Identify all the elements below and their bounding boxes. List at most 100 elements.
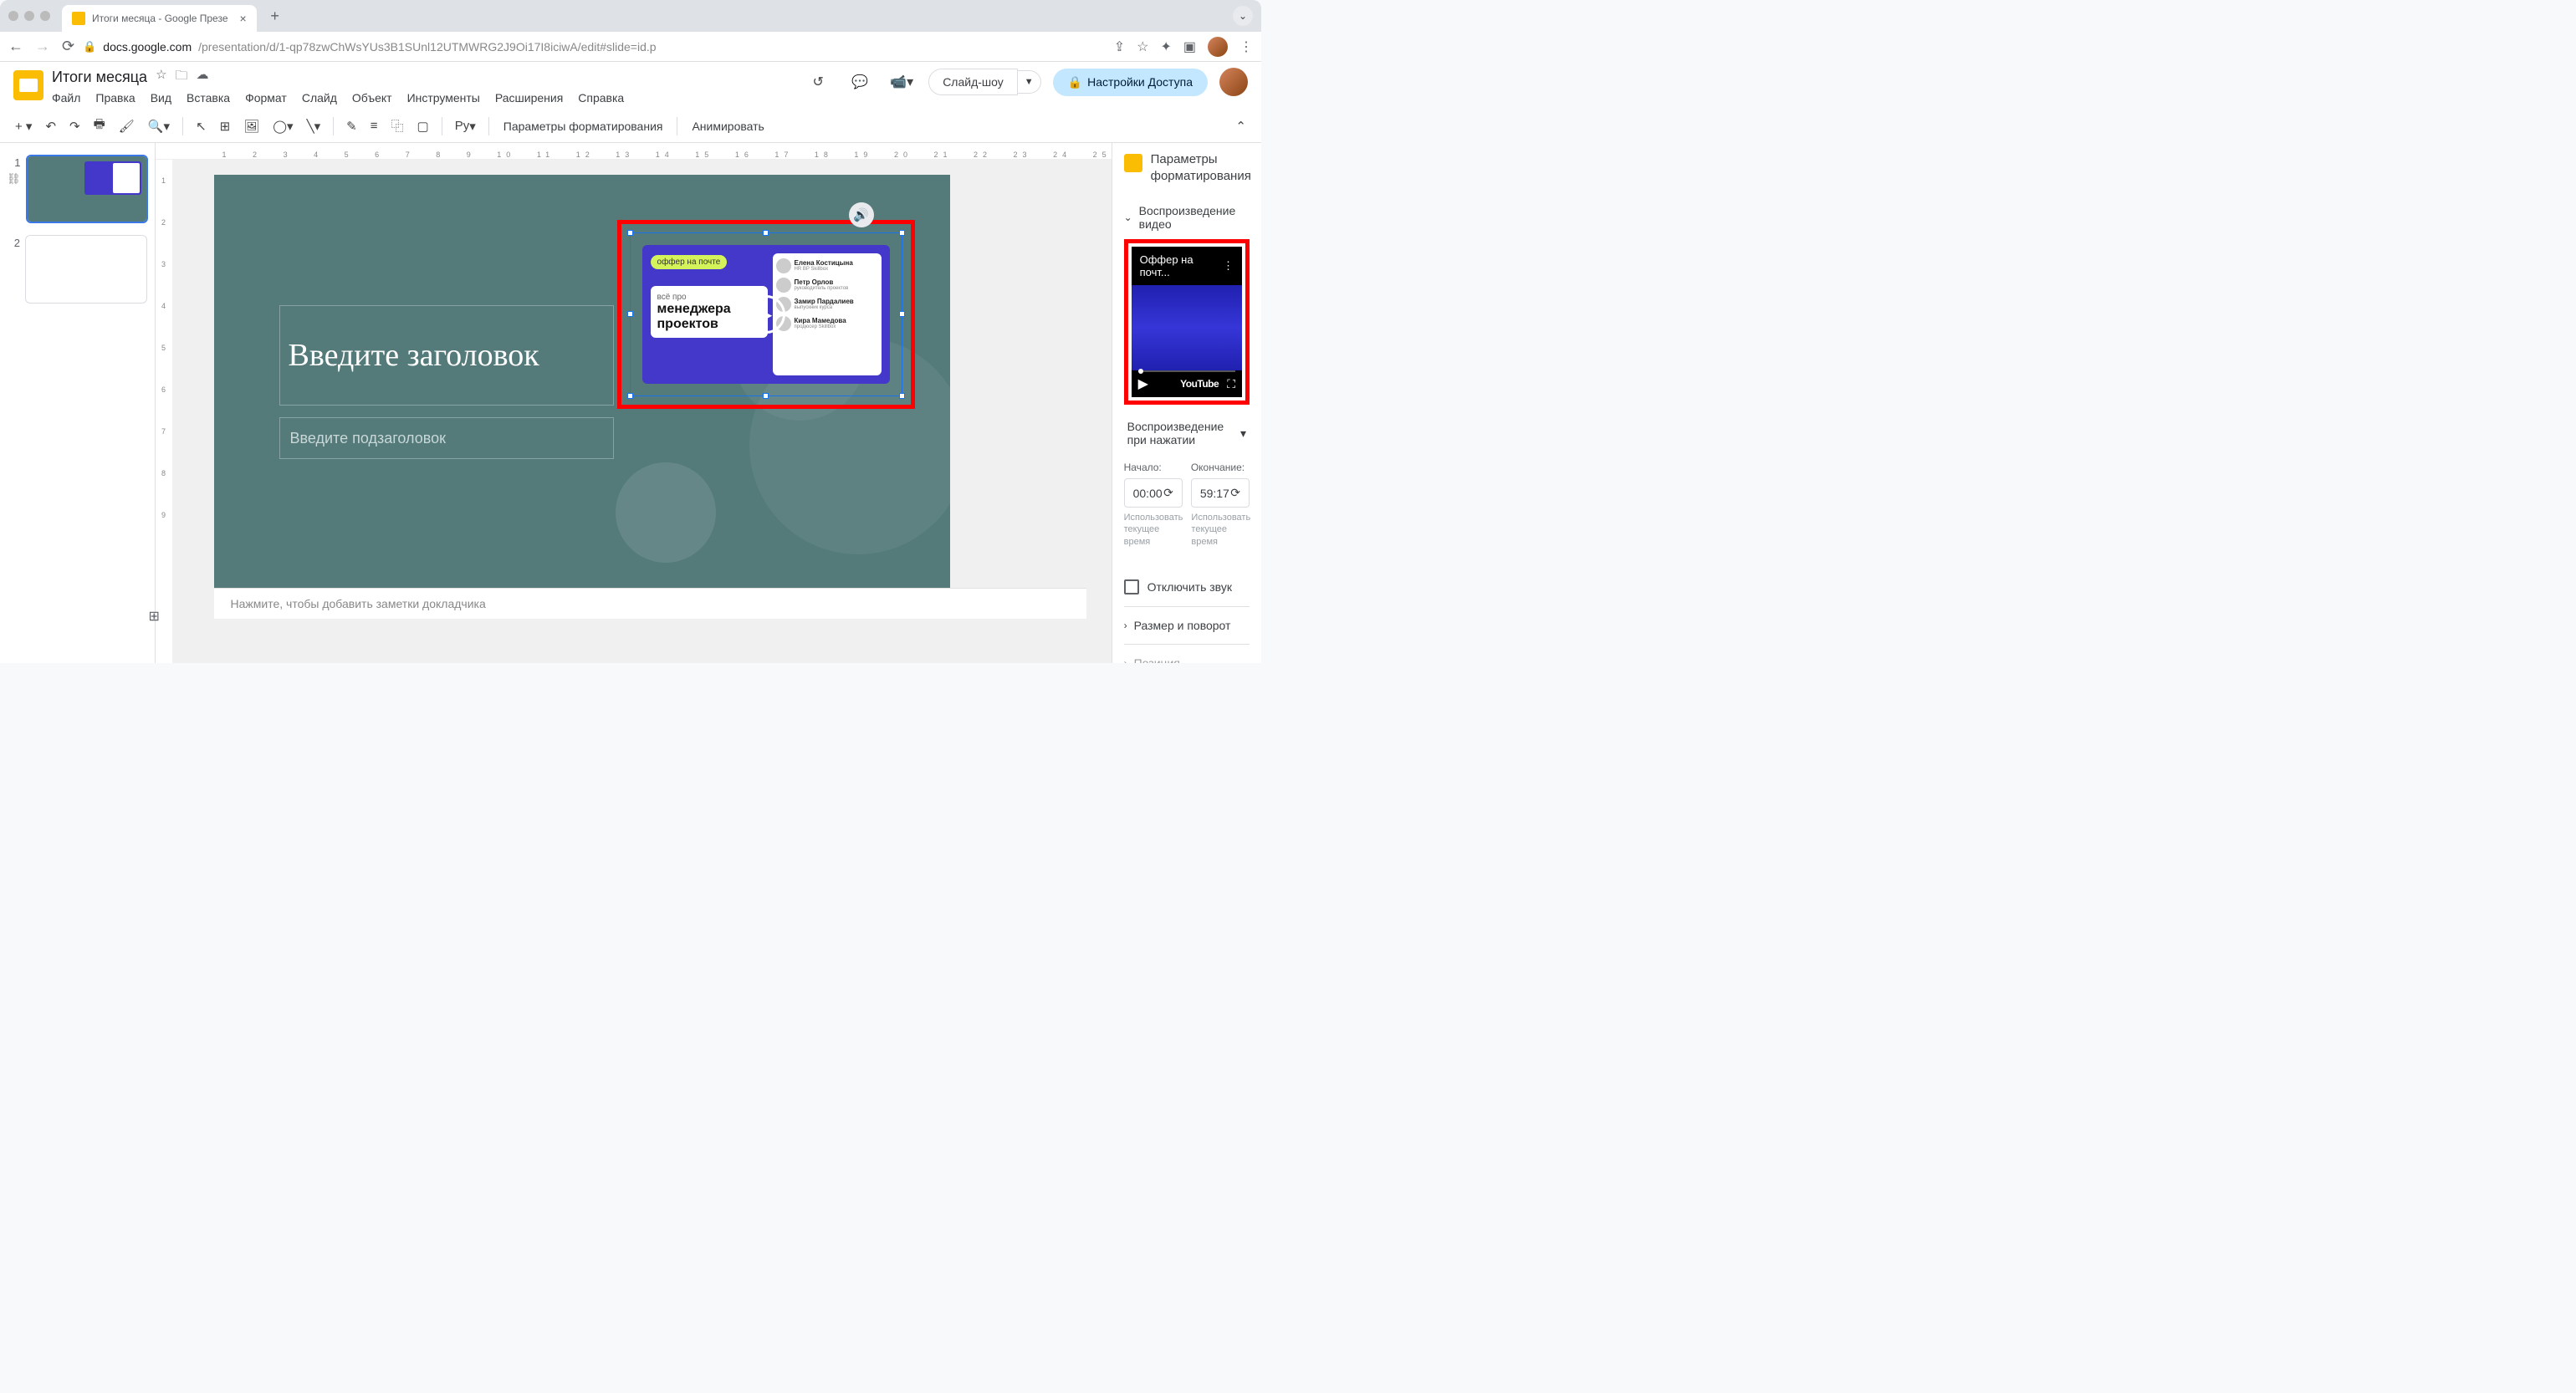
end-hint[interactable]: Использовать текущее время — [1191, 512, 1250, 548]
move-icon[interactable]: 🗀 — [176, 67, 188, 88]
textbox-icon[interactable]: ⊞ — [215, 115, 236, 137]
menu-extensions[interactable]: Расширения — [495, 91, 563, 105]
browser-url-bar: ← → ⟳ 🔒 docs.google.com/presentation/d/1… — [0, 32, 1261, 62]
menu-insert[interactable]: Вставка — [187, 91, 230, 105]
redo-icon[interactable]: ↷ — [64, 115, 85, 137]
undo-icon[interactable]: ↶ — [40, 115, 61, 137]
address-bar[interactable]: 🔒 docs.google.com/presentation/d/1-qp78z… — [83, 40, 1106, 54]
menu-icon[interactable]: ⋮ — [1239, 38, 1253, 55]
history-icon[interactable]: ↺ — [803, 67, 833, 97]
share-button[interactable]: 🔒 Настройки Доступа — [1053, 69, 1208, 96]
menu-icon[interactable]: ⋮ — [1223, 259, 1234, 273]
slides-logo[interactable] — [13, 70, 43, 100]
video-selection[interactable]: оффер на почте всё про менеджера проекто… — [630, 232, 902, 396]
menu-format[interactable]: Формат — [245, 91, 287, 105]
menu-help[interactable]: Справка — [578, 91, 624, 105]
start-label: Начало: — [1124, 462, 1183, 473]
profile-avatar[interactable] — [1208, 37, 1228, 57]
cloud-icon[interactable]: ☁ — [197, 67, 209, 88]
mute-checkbox[interactable] — [1124, 579, 1139, 594]
doc-title[interactable]: Итоги месяца — [52, 69, 147, 86]
progress-bar[interactable] — [1138, 370, 1235, 372]
star-icon[interactable]: ☆ — [1137, 38, 1148, 55]
extensions-icon[interactable]: ✦ — [1160, 38, 1171, 55]
paint-format-icon[interactable]: 🖌 — [114, 115, 140, 137]
slideshow-button[interactable]: Слайд-шоу ▼ — [928, 69, 1040, 95]
subtitle-placeholder[interactable]: Введите подзаголовок — [279, 417, 614, 459]
slide-thumb-2[interactable] — [25, 235, 147, 304]
start-hint[interactable]: Использовать текущее время — [1124, 512, 1183, 548]
new-slide-button[interactable]: + ▾ — [10, 115, 37, 137]
fullscreen-icon[interactable]: ⛶ — [1227, 377, 1235, 391]
preview-title: Оффер на почт... — [1140, 253, 1223, 278]
chevron-down-icon: ⌄ — [1124, 212, 1132, 223]
speaker-icon[interactable]: 🔊 — [849, 202, 874, 227]
section-video-playback[interactable]: ⌄ Воспроизведение видео — [1124, 196, 1250, 239]
start-time-input[interactable]: 00:00 ⟳ — [1124, 478, 1183, 508]
end-time-input[interactable]: 59:17 ⟳ — [1191, 478, 1250, 508]
pen-icon[interactable]: ✎ — [341, 115, 362, 137]
play-icon[interactable]: ▶ — [747, 295, 785, 334]
toolbar: + ▾ ↶ ↷ 🖶 🖌 🔍▾ ↖ ⊞ 🖼 ◯▾ ╲▾ ✎ ≡ ⿻ ▢ Py ▾ … — [0, 110, 1261, 143]
zoom-icon[interactable]: 🔍▾ — [143, 115, 175, 137]
image-icon[interactable]: 🖼 — [238, 115, 264, 137]
play-icon[interactable]: ▶ — [1138, 375, 1148, 392]
share-icon[interactable]: ⇪ — [1114, 38, 1125, 55]
chevron-right-icon: › — [1124, 657, 1127, 663]
menu-view[interactable]: Вид — [151, 91, 171, 105]
menu-slide[interactable]: Слайд — [302, 91, 337, 105]
animate-button[interactable]: Анимировать — [685, 116, 770, 136]
menu-object[interactable]: Объект — [352, 91, 392, 105]
refresh-icon[interactable]: ⟳ — [1163, 486, 1173, 500]
format-options-icon — [1124, 154, 1142, 172]
close-icon[interactable]: ✕ — [1260, 151, 1261, 168]
forward-icon[interactable]: → — [35, 38, 50, 55]
new-tab-button[interactable]: + — [263, 4, 287, 28]
user-avatar[interactable] — [1219, 68, 1248, 96]
section-position[interactable]: › Позиция — [1124, 645, 1250, 663]
slideshow-dropdown[interactable]: ▼ — [1018, 70, 1041, 94]
menu-edit[interactable]: Правка — [95, 91, 135, 105]
title-placeholder[interactable]: Введите заголовок — [279, 305, 614, 406]
py-button[interactable]: Py ▾ — [450, 115, 481, 137]
explore-icon[interactable]: ⊞ — [149, 608, 167, 626]
select-tool-icon[interactable]: ↖ — [191, 115, 212, 137]
menu-file[interactable]: Файл — [52, 91, 80, 105]
ruler-vertical: 123456789 — [156, 160, 172, 663]
ruler-horizontal: 1 2 3 4 5 6 7 8 9 10 11 12 13 14 15 16 1… — [156, 143, 1112, 160]
back-icon[interactable]: ← — [8, 38, 23, 55]
video-thumbnail: оффер на почте всё про менеджера проекто… — [642, 245, 890, 384]
sidepanel-icon[interactable]: ▣ — [1183, 38, 1196, 55]
print-icon[interactable]: 🖶 — [89, 112, 110, 140]
video-preview-player[interactable]: Оффер на почт... ⋮ ▶ YouTube ⛶ — [1132, 247, 1242, 397]
sidebar-title: Параметры форматирования — [1151, 151, 1251, 184]
menu-tools[interactable]: Инструменты — [407, 91, 480, 105]
tab-overflow-button[interactable]: ⌄ — [1233, 6, 1253, 26]
shape-icon[interactable]: ◯▾ — [268, 115, 298, 137]
close-icon[interactable]: × — [240, 12, 247, 25]
align-icon[interactable]: ≡ — [365, 115, 383, 136]
reload-icon[interactable]: ⟳ — [62, 38, 74, 55]
youtube-logo[interactable]: YouTube — [1180, 378, 1219, 390]
lock-icon: 🔒 — [1068, 75, 1082, 89]
section-size-rotate[interactable]: › Размер и поворот — [1124, 607, 1250, 645]
window-controls[interactable] — [8, 11, 50, 21]
browser-tab[interactable]: Итоги месяца - Google Презе × — [62, 5, 257, 32]
crop-icon[interactable]: ⿻ — [386, 114, 409, 138]
play-mode-dropdown[interactable]: Воспроизведение при нажатии ▾ — [1124, 413, 1250, 453]
format-options-button[interactable]: Параметры форматирования — [497, 116, 670, 136]
comments-icon[interactable]: 💬 — [845, 67, 875, 97]
refresh-icon[interactable]: ⟳ — [1230, 486, 1240, 500]
line-icon[interactable]: ╲▾ — [302, 115, 326, 137]
present-camera-icon[interactable]: 📹▾ — [887, 67, 917, 97]
format-sidebar: Параметры форматирования ✕ ⌄ Воспроизвед… — [1112, 143, 1261, 663]
mute-checkbox-row[interactable]: Отключить звук — [1124, 564, 1250, 607]
mask-icon[interactable]: ▢ — [412, 115, 434, 137]
url-path: /presentation/d/1-qp78zwChWsYUs3B1SUnl12… — [198, 40, 656, 54]
slide-canvas[interactable]: Введите заголовок Введите подзаголовок 🔊 — [214, 175, 950, 588]
collapse-toolbar-icon[interactable]: ⌃ — [1230, 115, 1251, 137]
speaker-notes[interactable]: Нажмите, чтобы добавить заметки докладчи… — [214, 588, 1086, 619]
end-label: Окончание: — [1191, 462, 1250, 473]
star-icon[interactable]: ☆ — [156, 67, 166, 88]
slide-thumb-1[interactable] — [26, 155, 148, 223]
